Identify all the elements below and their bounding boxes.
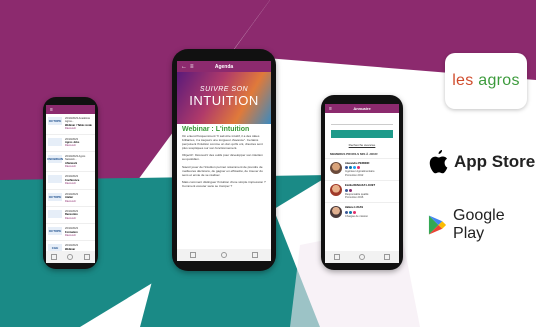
list-item[interactable]: OCTOPE 26/10/2023 Formation Découvrir	[46, 224, 95, 242]
nav-recent-icon[interactable]	[83, 254, 90, 260]
member-year: Promotion 2016	[345, 196, 364, 200]
event-text: 26/10/2023 Formation Découvrir	[65, 227, 78, 237]
nav-home-icon[interactable]	[220, 252, 227, 258]
les-agros-logo: les agros	[445, 53, 527, 109]
nav-home-icon[interactable]	[358, 254, 365, 260]
right-phone-screen: ≡ Annuaire Recherche avancée MEMBRES PRO…	[325, 104, 399, 263]
paragraph: On entend fréquemment "il sait être intu…	[182, 134, 263, 151]
menu-icon[interactable]: ≡	[190, 64, 194, 70]
event-tag: Découvrir	[65, 127, 77, 131]
event-tag: Découvrir	[65, 233, 77, 237]
member-name: Hélène LUCAS	[345, 206, 364, 210]
event-logo	[48, 209, 62, 218]
advanced-search-link[interactable]: Recherche avancée	[325, 143, 399, 147]
right-title: Annuaire	[353, 106, 371, 111]
event-text: 26/10/2023 Agros Network... Afterwork Dé…	[65, 155, 93, 169]
center-appbar: ← ≡ Agenda	[177, 61, 271, 72]
avatar	[330, 184, 342, 197]
center-nav-bar	[177, 249, 271, 261]
hero-line2: INTUITION	[189, 93, 259, 108]
list-item[interactable]: 26/10/2023 Agros Jobs Découvrir	[46, 135, 95, 152]
right-appbar: ≡ Annuaire	[325, 104, 399, 113]
event-date: 26/10/2023 Académie Agros...	[65, 117, 91, 124]
event-logo: OCTOPE	[48, 192, 62, 201]
brand-name: les agros	[452, 72, 520, 89]
event-tag: Découvrir	[65, 216, 77, 220]
apple-icon	[429, 150, 448, 174]
avatar	[330, 162, 342, 174]
event-logo	[48, 137, 62, 146]
nav-back-icon[interactable]	[189, 252, 196, 258]
member-line: Chargée de mission	[345, 214, 369, 218]
social-icons	[345, 188, 375, 192]
search-field[interactable]	[331, 117, 393, 125]
hero-banner: SUIVRE SON INTUITION	[177, 72, 271, 124]
center-phone: ← ≡ Agenda SUIVRE SON INTUITION Webinar :…	[172, 49, 276, 271]
event-text: 26/10/2023 Conférence Découvrir	[65, 175, 79, 185]
member-year: Promotion 2012	[345, 173, 364, 177]
member-row[interactable]: Hélène LUCAS Chargée de mission	[325, 202, 399, 221]
event-text: 26/10/2023 Atelier Découvrir	[65, 193, 78, 203]
event-logo: OCTOPE	[48, 117, 62, 125]
webinar-title: Webinar : L'intuition	[182, 126, 250, 133]
event-date: 26/10/2023 Agros Network...	[65, 154, 86, 162]
nav-recent-icon[interactable]	[252, 252, 259, 258]
paragraph: Objectif : Découvrir des outils pour dév…	[182, 153, 263, 162]
event-logo: UNOBRAIN	[46, 154, 64, 163]
member-name: Emilia RENAULT-LOUET	[345, 184, 376, 188]
list-item[interactable]: OCTOPE 26/10/2023 Atelier Découvrir	[46, 190, 95, 207]
member-name: Alexandre PERNOD	[345, 162, 370, 165]
event-text: 26/10/2023 Rencontre Découvrir	[65, 210, 78, 220]
event-tag: Découvrir	[65, 199, 77, 203]
list-item[interactable]: OCTOPE 26/10/2023 Académie Agros... Webi…	[46, 114, 95, 135]
event-text: 26/10/2023 Agros Jobs Découvrir	[65, 138, 79, 148]
event-logo	[48, 175, 62, 184]
search-button[interactable]	[331, 130, 393, 138]
menu-icon[interactable]: ≡	[50, 107, 53, 113]
list-item[interactable]: UNOBRAIN 26/10/2023 Agros Network... Aft…	[46, 152, 95, 173]
event-title: Rencontre	[65, 213, 78, 217]
google-play-badge[interactable]: Google Play	[428, 207, 536, 243]
nav-back-icon[interactable]	[334, 254, 341, 260]
list-item[interactable]: 26/10/2023 Rencontre Découvrir	[46, 207, 95, 225]
event-title: Atelier	[65, 196, 74, 200]
center-title: Agenda	[214, 63, 234, 70]
right-nav-bar	[325, 251, 399, 263]
member-row[interactable]: Alexandre PERNOD Ingénieur Agroalimentai…	[325, 158, 399, 180]
members-section-title: MEMBRES PROFILS MIS À JOUR	[330, 152, 378, 156]
event-text: 26/10/2023 Académie Agros... Webinar / T…	[65, 117, 93, 131]
event-logo: OCTOPE	[48, 227, 62, 236]
left-phone: ≡ OCTOPE 26/10/2023 Académie Agros... We…	[43, 97, 98, 269]
member-row[interactable]: Emilia RENAULT-LOUET Responsable qualité…	[325, 180, 399, 202]
social-icons	[345, 166, 375, 170]
avatar	[330, 206, 342, 219]
center-phone-screen: ← ≡ Agenda SUIVRE SON INTUITION Webinar :…	[177, 61, 271, 261]
hero-line1: SUIVRE SON	[199, 86, 249, 93]
event-tag: Découvrir	[65, 182, 77, 186]
app-store-label: App Store	[454, 152, 536, 171]
nav-recent-icon[interactable]	[383, 254, 390, 260]
google-play-label: Google Play	[453, 207, 505, 242]
back-arrow-icon[interactable]: ←	[181, 64, 187, 70]
list-item[interactable]: 26/10/2023 Conférence Découvrir	[46, 172, 95, 190]
event-tag: Découvrir	[65, 165, 77, 169]
nav-back-icon[interactable]	[51, 254, 58, 260]
menu-icon[interactable]: ≡	[329, 106, 332, 112]
paragraph: Mais comment distinguer l'intuition d'un…	[182, 179, 266, 188]
left-phone-screen: ≡ OCTOPE 26/10/2023 Académie Agros... We…	[46, 105, 95, 263]
webinar-body: On entend fréquemment "il sait être intu…	[177, 134, 271, 188]
left-appbar: ≡	[46, 105, 95, 114]
google-play-icon	[428, 215, 447, 235]
app-store-badge[interactable]: App Store	[428, 150, 535, 174]
left-event-list: OCTOPE 26/10/2023 Académie Agros... Webi…	[46, 114, 95, 259]
social-icons	[345, 210, 368, 214]
paragraph: Savoir jouer de l'intuition permet notam…	[182, 164, 263, 177]
left-nav-bar	[46, 251, 95, 263]
nav-home-icon[interactable]	[67, 254, 74, 260]
right-phone: ≡ Annuaire Recherche avancée MEMBRES PRO…	[321, 95, 403, 270]
event-tag: Découvrir	[65, 144, 77, 148]
